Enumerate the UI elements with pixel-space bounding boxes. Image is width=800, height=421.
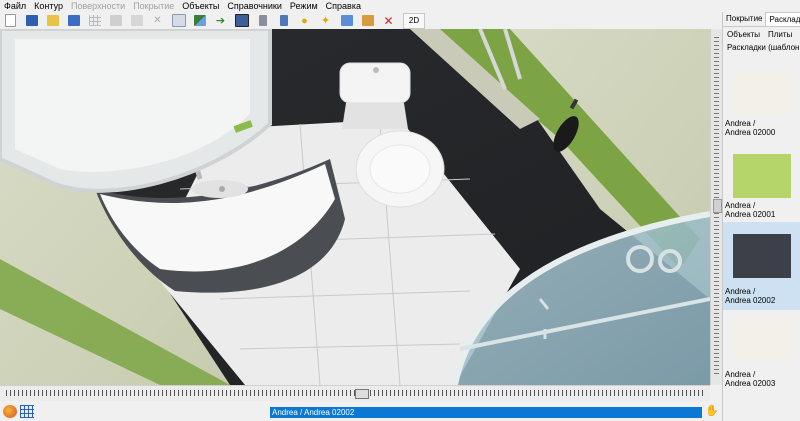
layouts-templates-label[interactable]: Раскладки (шаблоны) [723, 41, 800, 55]
scrollbar-thumb[interactable] [355, 389, 369, 399]
toolbar: ✕ ➔ ● ✦ ✕ 2D [0, 12, 722, 29]
tile-label: Andrea / Andrea 02001 [725, 201, 776, 219]
tile-label: Andrea / Andrea 02000 [725, 119, 776, 137]
light-settings-icon[interactable]: ✦ [317, 13, 334, 28]
texture-icon[interactable] [359, 13, 376, 28]
viewport-horizontal-scrollbar[interactable] [0, 385, 710, 401]
material-panel: Покрытие Раскладки Объекты Плиты Расклад… [722, 12, 800, 421]
menu-contour[interactable]: Контур [30, 0, 67, 12]
menu-surfaces[interactable]: Поверхности [67, 0, 129, 12]
hand-pan-icon[interactable]: ✋ [705, 406, 719, 417]
tile-swatch [733, 316, 791, 360]
catalog-icon[interactable] [170, 13, 187, 28]
save-as-icon[interactable] [65, 13, 82, 28]
menu-objects[interactable]: Объекты [178, 0, 223, 12]
tile-swatch [733, 154, 791, 198]
new-icon[interactable] [2, 13, 19, 28]
save-icon[interactable] [23, 13, 40, 28]
reflect-icon[interactable] [338, 13, 355, 28]
tile-item[interactable]: Andrea / Andrea 02000 [723, 67, 800, 152]
menu-mode[interactable]: Режим [286, 0, 322, 12]
export-icon[interactable]: ➔ [212, 13, 229, 28]
open-icon[interactable] [44, 13, 61, 28]
viewport-3d[interactable] [0, 29, 710, 385]
scrollbar-thumb[interactable] [713, 199, 722, 213]
light-icon[interactable]: ● [296, 13, 313, 28]
palette-icon[interactable] [3, 405, 17, 418]
wall-icon[interactable] [254, 13, 271, 28]
panel-subtabs: Объекты Плиты [723, 29, 800, 41]
paste-icon[interactable] [128, 13, 145, 28]
tab-layouts[interactable]: Раскладки [765, 12, 800, 26]
layers-icon[interactable] [191, 13, 208, 28]
grid-icon[interactable] [86, 13, 103, 28]
tile-label: Andrea / Andrea 02002 [725, 287, 776, 305]
menu-help[interactable]: Справка [322, 0, 365, 12]
tile-label: Andrea / Andrea 02003 [725, 370, 776, 388]
menu-file[interactable]: Файл [0, 0, 30, 12]
grid-view-icon[interactable] [20, 405, 34, 418]
delete-icon[interactable]: ✕ [380, 13, 397, 28]
menu-references[interactable]: Справочники [223, 0, 286, 12]
copy-icon[interactable] [107, 13, 124, 28]
tile-item[interactable]: Andrea / Andrea 02001 [723, 152, 800, 222]
menu-bar: Файл Контур Поверхности Покрытие Объекты… [0, 0, 800, 12]
tile-swatch [733, 71, 791, 115]
status-bar: Andrea / Andrea 02002 ✋ [0, 401, 722, 421]
subtab-objects[interactable]: Объекты [723, 29, 764, 41]
mode-2d-button[interactable]: 2D [403, 12, 425, 29]
tab-covering[interactable]: Покрытие [723, 12, 765, 26]
tile-item-selected[interactable]: Andrea / Andrea 02002 [723, 222, 800, 310]
bathroom-render [0, 29, 710, 385]
subtab-tiles[interactable]: Плиты [764, 29, 796, 41]
tile-item[interactable]: Andrea / Andrea 02003 [723, 310, 800, 395]
render-icon[interactable] [233, 13, 250, 28]
panel-tabs: Покрытие Раскладки [723, 12, 800, 27]
viewport-vertical-scrollbar[interactable] [710, 29, 722, 385]
cut-icon[interactable]: ✕ [149, 13, 166, 28]
tile-swatch [733, 234, 791, 278]
door-icon[interactable] [275, 13, 292, 28]
menu-covering[interactable]: Покрытие [129, 0, 178, 12]
selected-material-field: Andrea / Andrea 02002 [270, 407, 702, 418]
